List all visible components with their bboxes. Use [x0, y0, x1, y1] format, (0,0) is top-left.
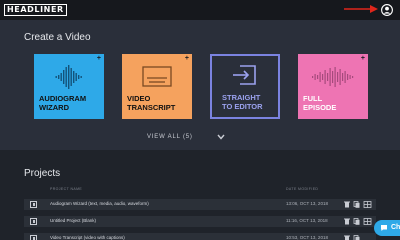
video-transcript-label: VIDEO TRANSCRIPT	[127, 94, 176, 112]
project-date: 13:06, OCT 13, 2018	[286, 201, 328, 206]
plus-icon: +	[96, 55, 101, 62]
chat-button[interactable]: Ch	[374, 220, 400, 236]
audiogram-wizard-label: AUDIOGRAM WIZARD	[39, 94, 87, 112]
delete-icon[interactable]	[344, 201, 350, 208]
project-file-icon	[30, 235, 37, 240]
project-row[interactable]: Untitled Project (Blank) 11:16, OCT 13, …	[24, 216, 376, 227]
transcript-screen-icon	[142, 66, 172, 87]
column-header-project-name[interactable]: PROJECT NAME	[50, 187, 82, 191]
project-date: 11:16, OCT 13, 2018	[286, 218, 328, 223]
create-video-section: Create a Video + AUDIOGRAM WIZARD + VIDE…	[0, 20, 400, 150]
plus-icon: +	[360, 55, 365, 62]
project-file-icon	[30, 218, 37, 225]
project-actions	[344, 235, 360, 240]
plus-icon: +	[184, 55, 189, 62]
project-actions	[344, 218, 372, 225]
full-episode-label: FULL EPISODE	[303, 94, 337, 112]
user-account-icon[interactable]	[381, 4, 393, 16]
chevron-down-icon[interactable]	[217, 134, 225, 140]
full-episode-card[interactable]: + FULL EPISODE	[298, 54, 368, 119]
copy-icon[interactable]	[353, 201, 360, 208]
straight-to-editor-label: STRAIGHT TO EDITOR	[222, 93, 263, 111]
waveform-icon	[312, 67, 354, 87]
arrow-right-icon	[344, 5, 378, 13]
project-actions	[344, 201, 372, 208]
delete-icon[interactable]	[344, 235, 350, 240]
project-row[interactable]: Audiogram Wizard (text, media, audio, wa…	[24, 199, 376, 210]
audiogram-wizard-card[interactable]: + AUDIOGRAM WIZARD	[34, 54, 104, 119]
waveform-icon	[55, 65, 82, 89]
view-all-link[interactable]: VIEW ALL (5)	[147, 134, 193, 140]
project-name: Video Transcript (video with captions)	[50, 235, 125, 240]
column-header-date-modified[interactable]: DATE MODIFIED	[286, 187, 318, 191]
create-video-title: Create a Video	[24, 32, 91, 43]
projects-section: Projects PROJECT NAME DATE MODIFIED Audi…	[0, 150, 400, 240]
copy-icon[interactable]	[353, 235, 360, 240]
project-row[interactable]: Video Transcript (video with captions) 1…	[24, 233, 376, 240]
chat-label: Ch	[391, 224, 400, 231]
straight-to-editor-card[interactable]: STRAIGHT TO EDITOR	[210, 54, 280, 119]
project-name: Audiogram Wizard (text, media, audio, wa…	[50, 201, 149, 206]
enter-editor-icon	[233, 65, 256, 85]
top-bar: HEADLINER	[0, 0, 400, 20]
storyboard-icon[interactable]	[363, 218, 372, 225]
projects-title: Projects	[24, 168, 61, 179]
project-file-icon	[30, 201, 37, 208]
chat-bubble-icon	[381, 225, 387, 231]
delete-icon[interactable]	[344, 218, 350, 225]
project-date: 10:53, OCT 13, 2018	[286, 235, 328, 240]
storyboard-icon[interactable]	[363, 201, 372, 208]
headliner-logo[interactable]: HEADLINER	[4, 4, 67, 16]
copy-icon[interactable]	[353, 218, 360, 225]
video-transcript-card[interactable]: + VIDEO TRANSCRIPT	[122, 54, 192, 119]
project-name: Untitled Project (Blank)	[50, 218, 97, 223]
